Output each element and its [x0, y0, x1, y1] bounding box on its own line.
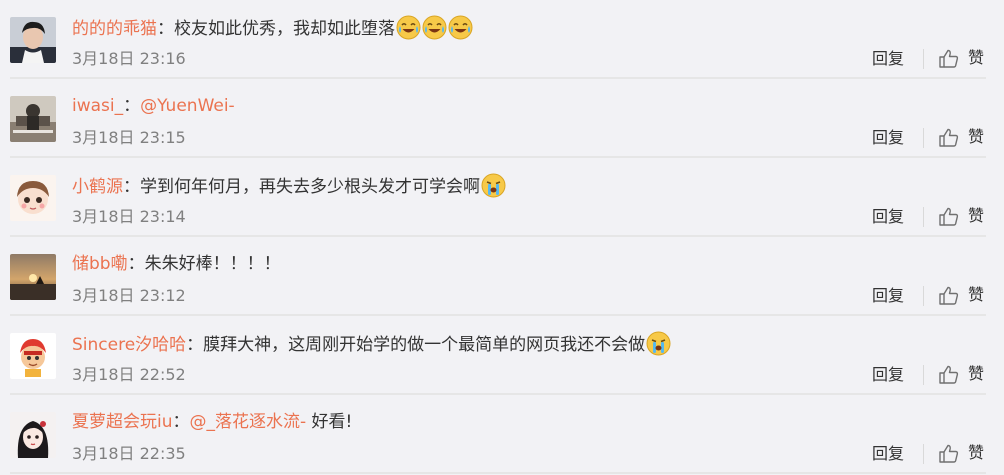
avatar[interactable]: [10, 96, 56, 142]
colon-separator: ：: [157, 19, 174, 39]
like-label: 赞: [968, 364, 985, 383]
comment-timestamp: 3月18日 23:14: [72, 207, 186, 226]
like-button[interactable]: 赞: [938, 362, 984, 386]
colon-separator: ：: [172, 412, 190, 432]
action-divider: [923, 207, 924, 227]
reply-button[interactable]: 回复: [872, 285, 904, 307]
comment-timestamp: 3月18日 23:16: [72, 49, 186, 68]
comment-line: Sincere汐哈哈：膜拜大神，这周刚开始学的做一个最简单的网页我还不会做: [72, 331, 671, 357]
comment-timestamp: 3月18日 22:52: [72, 365, 186, 384]
comment-divider: [10, 472, 986, 474]
avatar[interactable]: [10, 333, 56, 379]
like-label: 赞: [968, 127, 985, 146]
like-button[interactable]: 赞: [938, 46, 984, 70]
thumbs-up-icon: [938, 48, 959, 69]
reply-button[interactable]: 回复: [872, 127, 904, 149]
like-button[interactable]: 赞: [938, 125, 984, 149]
like-label: 赞: [968, 443, 985, 462]
colon-separator: ：: [127, 254, 145, 274]
like-button[interactable]: 赞: [938, 441, 984, 465]
action-divider: [923, 444, 924, 464]
comment-line: 夏萝超会玩iu：@_落花逐水流- 好看!: [72, 410, 352, 434]
crying-icon: [481, 173, 506, 198]
comment-line: iwasi_：@YuenWei-: [72, 94, 235, 118]
reply-button[interactable]: 回复: [872, 443, 904, 465]
avatar[interactable]: [10, 412, 56, 458]
comment-item: 储bb嘞：朱朱好棒！！！！ 3月18日 23:12 回复 赞: [0, 237, 1004, 316]
comment-text: 好看!: [306, 412, 353, 432]
username-link[interactable]: Sincere汐哈哈: [72, 335, 186, 355]
username-link[interactable]: 小鹤源: [72, 177, 123, 197]
username-link[interactable]: 储bb嘞: [72, 254, 128, 274]
comment-line: 的的的乖猫：校友如此优秀，我却如此堕落: [72, 15, 473, 41]
like-label: 赞: [968, 206, 985, 225]
comment-item: 的的的乖猫：校友如此优秀，我却如此堕落 3月18日 23:16 回复 赞: [0, 0, 1004, 79]
colon-separator: ：: [186, 335, 204, 355]
avatar[interactable]: [10, 17, 56, 63]
action-divider: [923, 365, 924, 385]
comment-timestamp: 3月18日 23:12: [72, 286, 186, 305]
comment-text: 朱朱好棒！！！！: [144, 254, 281, 274]
comment-item: Sincere汐哈哈：膜拜大神，这周刚开始学的做一个最简单的网页我还不会做 3月…: [0, 316, 1004, 395]
thumbs-up-icon: [938, 285, 959, 306]
colon-separator: ：: [123, 96, 141, 116]
username-link[interactable]: 的的的乖猫: [72, 19, 157, 39]
avatar[interactable]: [10, 175, 56, 221]
mention-link[interactable]: @YuenWei-: [140, 96, 235, 116]
reply-button[interactable]: 回复: [872, 206, 904, 228]
comment-timestamp: 3月18日 22:35: [72, 444, 186, 463]
thumbs-up-icon: [938, 443, 959, 464]
laugh-cry-icon: [448, 15, 473, 40]
reply-button[interactable]: 回复: [872, 364, 904, 386]
thumbs-up-icon: [938, 127, 959, 148]
action-divider: [923, 49, 924, 69]
like-label: 赞: [968, 285, 985, 304]
comment-line: 储bb嘞：朱朱好棒！！！！: [72, 252, 281, 276]
avatar[interactable]: [10, 254, 56, 300]
colon-separator: ：: [123, 177, 140, 197]
thumbs-up-icon: [938, 206, 959, 227]
action-divider: [923, 128, 924, 148]
crying-icon: [646, 331, 671, 356]
reply-button[interactable]: 回复: [872, 48, 904, 70]
laugh-cry-icon: [422, 15, 447, 40]
like-label: 赞: [968, 48, 985, 67]
comment-text: 学到何年何月，再失去多少根头发才可学会啊: [140, 177, 480, 197]
comment-timestamp: 3月18日 23:15: [72, 128, 186, 147]
comment-item: 夏萝超会玩iu：@_落花逐水流- 好看! 3月18日 22:35 回复 赞: [0, 395, 1004, 474]
comment-text: 膜拜大神，这周刚开始学的做一个最简单的网页我还不会做: [203, 335, 646, 355]
comment-line: 小鹤源：学到何年何月，再失去多少根头发才可学会啊: [72, 173, 506, 199]
comment-item: iwasi_：@YuenWei- 3月18日 23:15 回复 赞: [0, 79, 1004, 158]
username-link[interactable]: iwasi_: [72, 96, 123, 116]
like-button[interactable]: 赞: [938, 204, 984, 228]
username-link[interactable]: 夏萝超会玩iu: [72, 412, 173, 432]
comment-list: 的的的乖猫：校友如此优秀，我却如此堕落 3月18日 23:16 回复 赞 iwa…: [0, 0, 1004, 475]
action-divider: [923, 286, 924, 306]
mention-link[interactable]: @_落花逐水流-: [190, 412, 307, 432]
comment-text: 校友如此优秀，我却如此堕落: [174, 19, 395, 39]
comment-item: 小鹤源：学到何年何月，再失去多少根头发才可学会啊 3月18日 23:14 回复 …: [0, 158, 1004, 237]
thumbs-up-icon: [938, 364, 959, 385]
like-button[interactable]: 赞: [938, 283, 984, 307]
laugh-cry-icon: [396, 15, 421, 40]
